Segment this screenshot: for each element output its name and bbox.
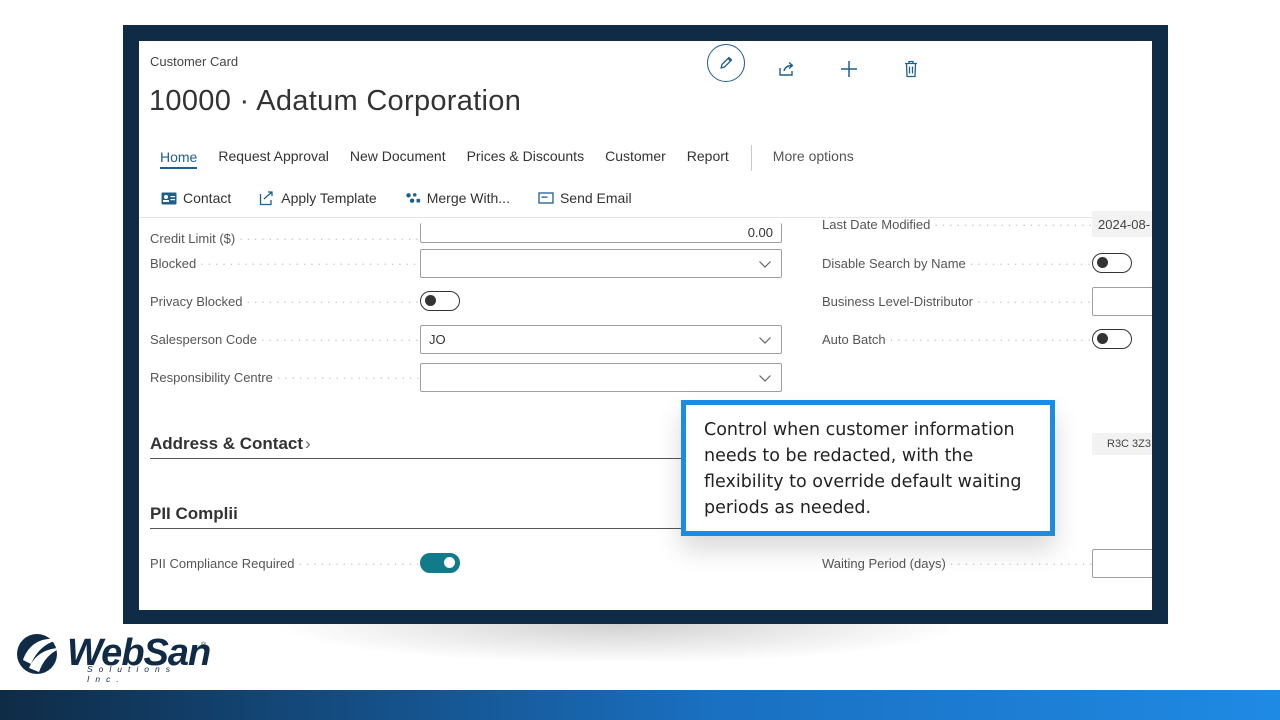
- credit-limit-value: 0.00: [747, 225, 773, 240]
- email-icon: [538, 191, 554, 205]
- send-email-label: Send Email: [559, 190, 632, 206]
- chevron-right-icon: ›: [305, 433, 311, 453]
- contact-action-label: Contact: [183, 190, 232, 206]
- tab-home[interactable]: Home: [160, 147, 198, 169]
- pii-required-toggle[interactable]: [420, 553, 460, 573]
- last-date-modified-value: 2024-08-: [1092, 211, 1152, 237]
- waiting-period-row: Waiting Period (days) ··················…: [822, 548, 1152, 578]
- privacy-blocked-row: Privacy Blocked ························…: [150, 286, 460, 316]
- share-icon: [779, 61, 794, 76]
- template-icon: [259, 190, 275, 205]
- slide: Customer Card 10000 · Adatum Corporation…: [0, 0, 1280, 720]
- apply-template-label: Apply Template: [281, 190, 377, 206]
- merge-with-label: Merge With...: [426, 190, 510, 206]
- credit-limit-label: Credit Limit ($): [150, 230, 236, 246]
- salesperson-code-row: Salesperson Code ·······················…: [150, 324, 782, 354]
- pencil-icon: [720, 56, 733, 69]
- waiting-period-label: Waiting Period (days): [822, 555, 946, 571]
- blocked-label: Blocked: [150, 255, 197, 271]
- privacy-blocked-label: Privacy Blocked: [150, 293, 243, 309]
- tab-more-options[interactable]: More options: [773, 146, 854, 170]
- plus-icon: [841, 61, 857, 77]
- action-tabs: Home Request Approval New Document Price…: [160, 145, 875, 171]
- salesperson-code-value: JO: [429, 331, 446, 347]
- last-date-modified-row: Last Date Modified ·····················…: [822, 209, 1152, 239]
- bottom-gradient-bar: [0, 690, 1280, 720]
- tab-new-document[interactable]: New Document: [350, 146, 446, 170]
- contact-action[interactable]: Contact: [161, 190, 231, 206]
- logo-subtitle: Solutions Inc.: [87, 664, 176, 684]
- tab-report[interactable]: Report: [687, 146, 729, 170]
- tab-prices-discounts[interactable]: Prices & Discounts: [467, 146, 584, 170]
- privacy-blocked-toggle[interactable]: [420, 291, 460, 311]
- blocked-row: Blocked ································…: [150, 248, 782, 278]
- auto-batch-toggle[interactable]: [1092, 329, 1132, 349]
- pii-required-label: PII Compliance Required: [150, 555, 295, 571]
- callout-box: Control when customer information needs …: [681, 400, 1055, 536]
- blocked-select[interactable]: [420, 248, 782, 278]
- trash-icon: [905, 60, 917, 78]
- auto-batch-row: Auto Batch ·····························…: [822, 324, 1132, 354]
- responsibility-centre-select[interactable]: [420, 362, 782, 392]
- postal-code-value: R3C 3Z3: [1092, 433, 1152, 455]
- business-level-input[interactable]: [1092, 286, 1152, 316]
- responsibility-centre-row: Responsibility Centre ··················…: [150, 362, 782, 392]
- pii-required-row: PII Compliance Required ················…: [150, 548, 460, 578]
- contact-card-icon: [161, 191, 177, 205]
- chevron-down-icon: [759, 336, 771, 344]
- websan-logo: WebSan ® Solutions Inc.: [15, 630, 215, 684]
- salesperson-code-label: Salesperson Code: [150, 331, 257, 347]
- waiting-period-input[interactable]: [1092, 548, 1152, 578]
- business-level-row: Business Level-Distributor ·············…: [822, 286, 1152, 316]
- apply-template-action[interactable]: Apply Template: [259, 190, 377, 206]
- send-email-action[interactable]: Send Email: [538, 190, 632, 206]
- tab-separator: [750, 145, 752, 171]
- new-button[interactable]: [837, 57, 861, 81]
- credit-limit-input[interactable]: 0.00: [420, 223, 782, 243]
- action-bar: Contact Apply Template Merge With... Sen…: [161, 186, 660, 210]
- card-label: Customer Card: [150, 54, 239, 69]
- address-contact-heading: Address & Contact: [150, 433, 304, 453]
- logo-registered: ®: [201, 642, 207, 649]
- frame-shadow: [270, 624, 970, 664]
- disable-search-label: Disable Search by Name: [822, 255, 966, 271]
- disable-search-row: Disable Search by Name ·················…: [822, 248, 1132, 278]
- tab-customer[interactable]: Customer: [605, 146, 666, 170]
- tab-request-approval[interactable]: Request Approval: [218, 146, 329, 170]
- disable-search-toggle[interactable]: [1092, 253, 1132, 273]
- salesperson-code-select[interactable]: JO: [420, 324, 782, 354]
- responsibility-centre-label: Responsibility Centre: [150, 369, 273, 385]
- merge-icon: [405, 191, 421, 205]
- last-date-modified-label: Last Date Modified: [822, 216, 931, 232]
- business-level-label: Business Level-Distributor: [822, 293, 974, 309]
- page-title: 10000 · Adatum Corporation: [149, 85, 522, 117]
- merge-with-action[interactable]: Merge With...: [405, 190, 510, 206]
- chevron-down-icon: [759, 260, 771, 268]
- chevron-down-icon: [759, 374, 771, 382]
- edit-button[interactable]: [707, 44, 745, 82]
- delete-button[interactable]: [899, 57, 923, 81]
- websan-swirl-icon: [17, 634, 61, 674]
- pii-compliance-heading: PII Complii: [150, 503, 238, 523]
- auto-batch-label: Auto Batch: [822, 331, 886, 347]
- share-button[interactable]: [775, 57, 799, 81]
